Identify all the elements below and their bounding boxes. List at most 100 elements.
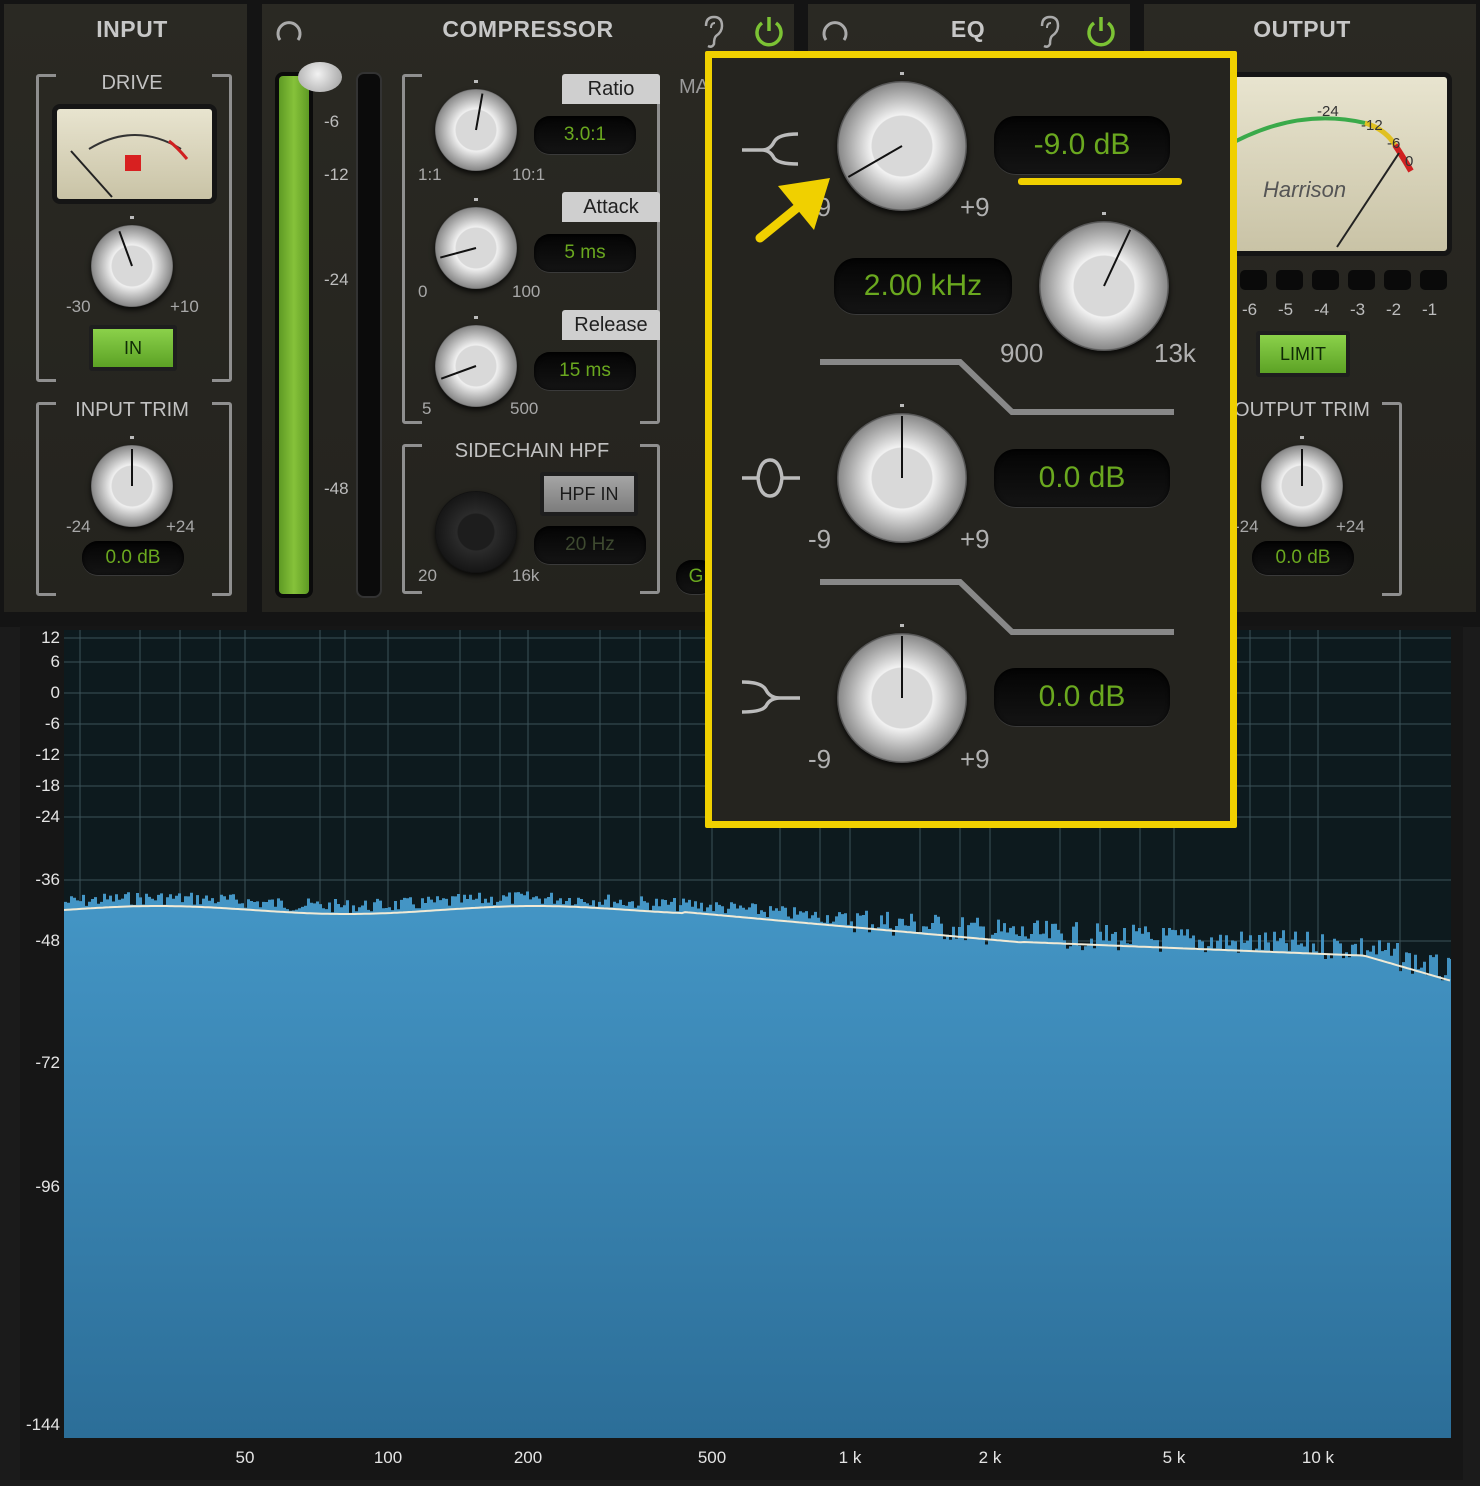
- high-gain-readout: -9.0 dB: [994, 116, 1170, 174]
- input-in-label: IN: [93, 329, 173, 367]
- low-gain-readout: 0.0 dB: [994, 668, 1170, 726]
- x-axis-tick: 1 k: [838, 1448, 862, 1467]
- attack-tab: Attack: [562, 192, 660, 222]
- x-axis-tick: 10 k: [1301, 1448, 1335, 1467]
- compressor-listen-icon[interactable]: [700, 14, 726, 50]
- gain-fader-handle[interactable]: [298, 62, 342, 92]
- y-axis-tick: 6: [50, 652, 60, 671]
- freq-knob[interactable]: [1039, 212, 1169, 351]
- output-led-label: -5: [1278, 300, 1294, 319]
- release-readout: 15 ms: [534, 352, 636, 390]
- output-led: [1384, 270, 1411, 290]
- bell-icon: [742, 458, 800, 498]
- meter-scale-tick: -12: [324, 165, 349, 184]
- drive-knob[interactable]: [91, 216, 173, 307]
- shelf-curve-divider: [820, 359, 1174, 415]
- eq-highlight-panel: -9 +9 -9.0 dB 2.00 kHz 900 13k -9 +9 0.0…: [705, 51, 1237, 828]
- vu-scale-label: -12: [1361, 117, 1383, 134]
- output-led: [1276, 270, 1303, 290]
- annotation-arrow-icon: [755, 178, 830, 243]
- low-min-label: -9: [808, 744, 832, 774]
- output-led: [1348, 270, 1375, 290]
- attack-min-label: 0: [418, 282, 428, 301]
- spectrum-fill: [64, 891, 1451, 1438]
- y-axis-tick: -12: [35, 745, 60, 764]
- input-trim-knob[interactable]: [91, 436, 173, 527]
- meter-scale-tick: -48: [324, 479, 349, 498]
- hpf-in-label: HPF IN: [544, 476, 634, 512]
- output-trim-label: OUTPUT TRIM: [1234, 399, 1370, 421]
- x-axis-tick: 2 k: [978, 1448, 1002, 1467]
- low-gain-knob[interactable]: [837, 624, 967, 763]
- output-trim-min-label: -24: [1234, 517, 1259, 536]
- input-trim-min-label: -24: [66, 517, 91, 536]
- compressor-power-icon[interactable]: [752, 14, 786, 50]
- x-axis-tick: 200: [513, 1448, 543, 1467]
- eq-power-icon[interactable]: [1084, 14, 1118, 50]
- mid-max-label: +9: [960, 524, 990, 554]
- x-axis-tick: 50: [235, 1448, 255, 1467]
- compressor-reset-icon[interactable]: [272, 14, 306, 48]
- input-trim-readout: 0.0 dB: [82, 541, 184, 575]
- mid-min-label: -9: [808, 524, 832, 554]
- y-axis-tick: 12: [41, 628, 60, 647]
- y-axis-tick: -144: [25, 1415, 60, 1434]
- limit-button[interactable]: LIMIT: [1256, 331, 1350, 377]
- y-axis-tick: -48: [35, 931, 60, 950]
- y-axis-tick: -24: [35, 807, 60, 826]
- vu-scale-label: -24: [1317, 103, 1339, 120]
- vu-scale-label: 0: [1405, 153, 1414, 170]
- release-knob[interactable]: [435, 316, 517, 407]
- output-led: [1312, 270, 1339, 290]
- hpf-readout: 20 Hz: [534, 526, 646, 564]
- freq-readout: 2.00 kHz: [834, 258, 1012, 314]
- mid-gain-knob[interactable]: [837, 404, 967, 543]
- output-title: OUTPUT: [1253, 16, 1351, 42]
- input-trim-label: INPUT TRIM: [75, 399, 189, 421]
- ratio-knob[interactable]: [435, 80, 517, 171]
- y-axis-tick: 0: [50, 683, 60, 702]
- input-in-button[interactable]: IN: [89, 325, 177, 371]
- high-shelf-icon: [742, 132, 799, 166]
- annotation-underline: [1018, 178, 1182, 185]
- x-axis-tick: 5 k: [1162, 1448, 1186, 1467]
- output-led-label: -1: [1422, 300, 1438, 319]
- output-trim-readout: 0.0 dB: [1252, 541, 1354, 575]
- output-trim-knob[interactable]: [1261, 436, 1343, 527]
- eq-title: EQ: [950, 16, 986, 42]
- x-axis-tick: 100: [373, 1448, 403, 1467]
- eq-listen-icon[interactable]: [1036, 14, 1062, 50]
- ratio-min-label: 1:1: [418, 165, 442, 184]
- release-tab: Release: [562, 310, 660, 340]
- mid-gain-readout: 0.0 dB: [994, 449, 1170, 507]
- release-max-label: 500: [510, 399, 539, 418]
- compressor-title: COMPRESSOR: [442, 16, 614, 42]
- attack-knob[interactable]: [435, 198, 517, 289]
- y-axis-tick: -36: [35, 870, 60, 889]
- input-section: INPUT DRIVE -30 +10 IN INPUT TRIM -24 +2…: [4, 4, 247, 612]
- meter-scale-tick: -24: [324, 270, 349, 289]
- output-led: [1240, 270, 1267, 290]
- gr-meter: [356, 72, 382, 598]
- eq-reset-icon[interactable]: [818, 14, 852, 48]
- y-axis-tick: -96: [35, 1177, 60, 1196]
- meter-scale-tick: -6: [324, 112, 340, 131]
- low-max-label: +9: [960, 744, 990, 774]
- vu-scale-label: -6: [1387, 135, 1401, 152]
- output-trim-max-label: +24: [1336, 517, 1365, 536]
- output-led-label: -3: [1350, 300, 1366, 319]
- high-max-label: +9: [960, 192, 990, 222]
- drive-vu-scale: [70, 134, 189, 198]
- hpf-knob[interactable]: [435, 491, 517, 573]
- y-axis-tick: -6: [44, 714, 60, 733]
- release-min-label: 5: [422, 399, 432, 418]
- attack-max-label: 100: [512, 282, 541, 301]
- hpf-in-button[interactable]: HPF IN: [540, 472, 638, 516]
- output-led-label: -2: [1386, 300, 1402, 319]
- output-led: [1420, 270, 1447, 290]
- drive-label: DRIVE: [101, 72, 163, 94]
- drive-vu-meter: [52, 104, 217, 204]
- high-gain-knob[interactable]: [837, 72, 967, 211]
- hpf-max-label: 16k: [512, 566, 540, 585]
- output-led-label: -6: [1242, 300, 1258, 319]
